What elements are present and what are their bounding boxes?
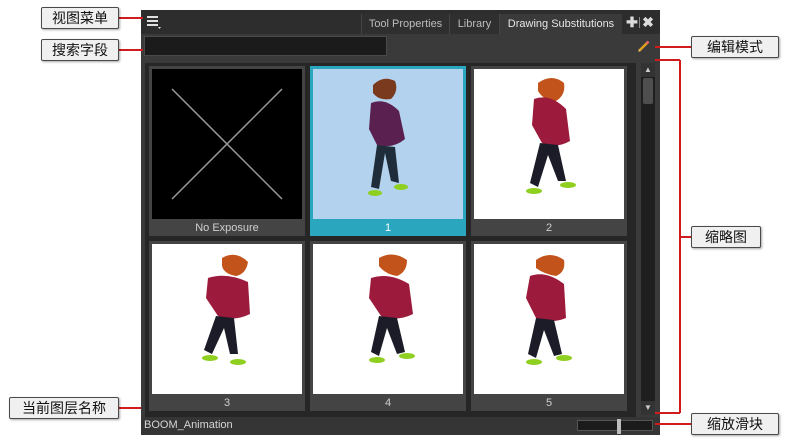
callout-edit-mode: 编辑模式 [691, 36, 779, 58]
callout-search-field: 搜索字段 [41, 39, 119, 61]
callout-view-menu: 视图菜单 [41, 7, 119, 29]
callout-current-layer-name: 当前图层名称 [9, 397, 119, 419]
callout-zoom-slider: 缩放滑块 [691, 413, 779, 435]
callout-thumbnails: 缩略图 [691, 226, 761, 248]
callout-lines [119, 17, 691, 425]
